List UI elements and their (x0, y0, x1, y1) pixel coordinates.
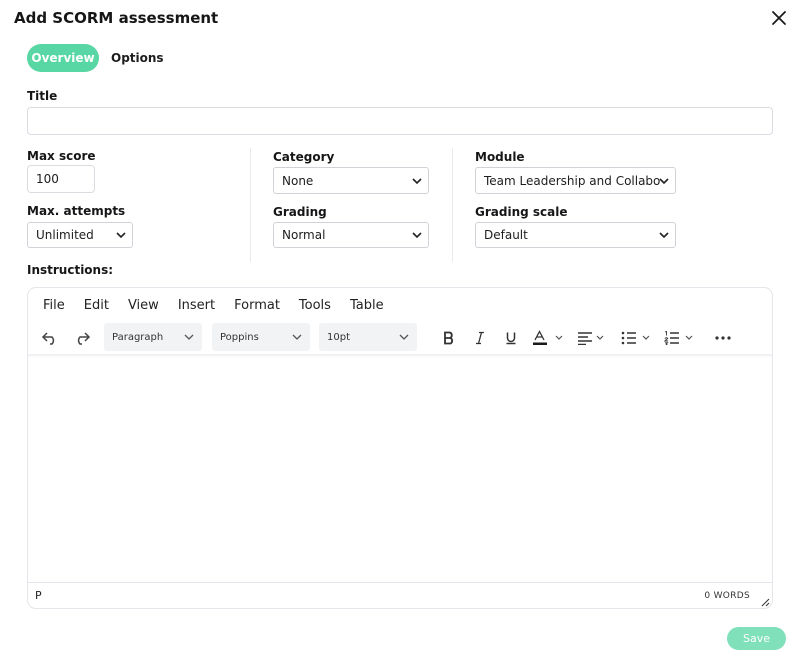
numbered-list-button[interactable] (663, 325, 699, 351)
category-select[interactable]: None (273, 167, 429, 194)
tab-bar: Overview Options (27, 44, 172, 72)
font-size-value: 10pt (327, 331, 350, 343)
bullet-list-button[interactable] (620, 325, 656, 351)
bold-icon (444, 331, 453, 345)
font-family-value: Poppins (220, 331, 259, 343)
chevron-down-icon (184, 334, 194, 340)
menu-insert[interactable]: Insert (178, 298, 215, 313)
title-label: Title (27, 89, 58, 103)
grading-scale-value: Default (484, 228, 528, 242)
menu-view[interactable]: View (128, 298, 159, 313)
module-value: Team Leadership and Collabo (484, 173, 661, 188)
menu-table[interactable]: Table (350, 298, 384, 313)
resize-handle-icon[interactable] (761, 598, 770, 607)
grading-select[interactable]: Normal (273, 222, 429, 248)
grading-label: Grading (273, 205, 327, 219)
underline-button[interactable] (500, 325, 522, 351)
chevron-down-icon (659, 177, 669, 184)
align-left-icon (578, 332, 604, 345)
element-path[interactable]: P (35, 589, 42, 602)
text-color-button[interactable] (530, 325, 568, 351)
chevron-down-icon (399, 334, 409, 340)
tab-options[interactable]: Options (103, 44, 172, 72)
italic-button[interactable] (469, 325, 491, 351)
menu-format[interactable]: Format (234, 298, 280, 313)
menu-file[interactable]: File (43, 298, 65, 313)
chevron-down-icon (412, 232, 422, 238)
block-format-dropdown[interactable]: Paragraph (104, 323, 202, 351)
max-score-input[interactable]: 100 (27, 165, 95, 193)
undo-button[interactable] (38, 325, 62, 351)
max-attempts-value: Unlimited (36, 228, 94, 242)
category-label: Category (273, 150, 335, 164)
undo-icon (41, 332, 55, 345)
numbered-list-icon (664, 331, 693, 345)
editor-statusbar: P 0 WORDS (28, 582, 772, 609)
font-family-dropdown[interactable]: Poppins (212, 323, 310, 351)
more-icon (715, 336, 731, 340)
module-select[interactable]: Team Leadership and Collabo (475, 167, 676, 194)
menu-edit[interactable]: Edit (84, 298, 109, 313)
chevron-down-icon (116, 232, 126, 238)
word-count[interactable]: 0 WORDS (704, 591, 750, 601)
rich-text-editor: File Edit View Insert Format Tools Table (27, 287, 773, 609)
grading-value: Normal (282, 228, 326, 242)
menu-tools[interactable]: Tools (299, 298, 331, 313)
category-value: None (282, 173, 314, 188)
tab-overview[interactable]: Overview (27, 44, 99, 72)
more-button[interactable] (712, 325, 734, 351)
module-label: Module (475, 150, 525, 164)
save-button[interactable]: Save (727, 627, 786, 650)
editor-menubar: File Edit View Insert Format Tools Table (28, 288, 772, 322)
align-button[interactable] (576, 325, 610, 351)
chevron-down-icon (292, 334, 302, 340)
block-format-value: Paragraph (112, 331, 164, 343)
bullet-list-icon (621, 331, 650, 345)
underline-icon (506, 332, 516, 345)
editor-content-area[interactable] (28, 354, 772, 582)
redo-button[interactable] (70, 325, 94, 351)
instructions-label: Instructions: (27, 263, 114, 277)
font-size-dropdown[interactable]: 10pt (319, 323, 417, 351)
max-attempts-select[interactable]: Unlimited (27, 222, 133, 248)
max-attempts-label: Max. attempts (27, 204, 126, 218)
dialog-title: Add SCORM assessment (14, 9, 219, 27)
italic-icon (476, 331, 484, 345)
column-divider (452, 148, 453, 262)
grading-scale-label: Grading scale (475, 205, 568, 219)
bold-button[interactable] (438, 325, 460, 351)
max-score-label: Max score (27, 149, 96, 163)
text-color-icon (533, 330, 563, 345)
redo-icon (77, 332, 91, 345)
editor-toolbar: Paragraph Poppins 10pt (28, 322, 772, 354)
close-icon[interactable] (769, 8, 789, 28)
chevron-down-icon (412, 177, 422, 184)
column-divider (250, 148, 251, 262)
chevron-down-icon (659, 232, 669, 238)
add-scorm-dialog: Add SCORM assessment Overview Options Ti… (0, 0, 800, 665)
grading-scale-select[interactable]: Default (475, 222, 676, 248)
title-input[interactable] (27, 107, 773, 135)
